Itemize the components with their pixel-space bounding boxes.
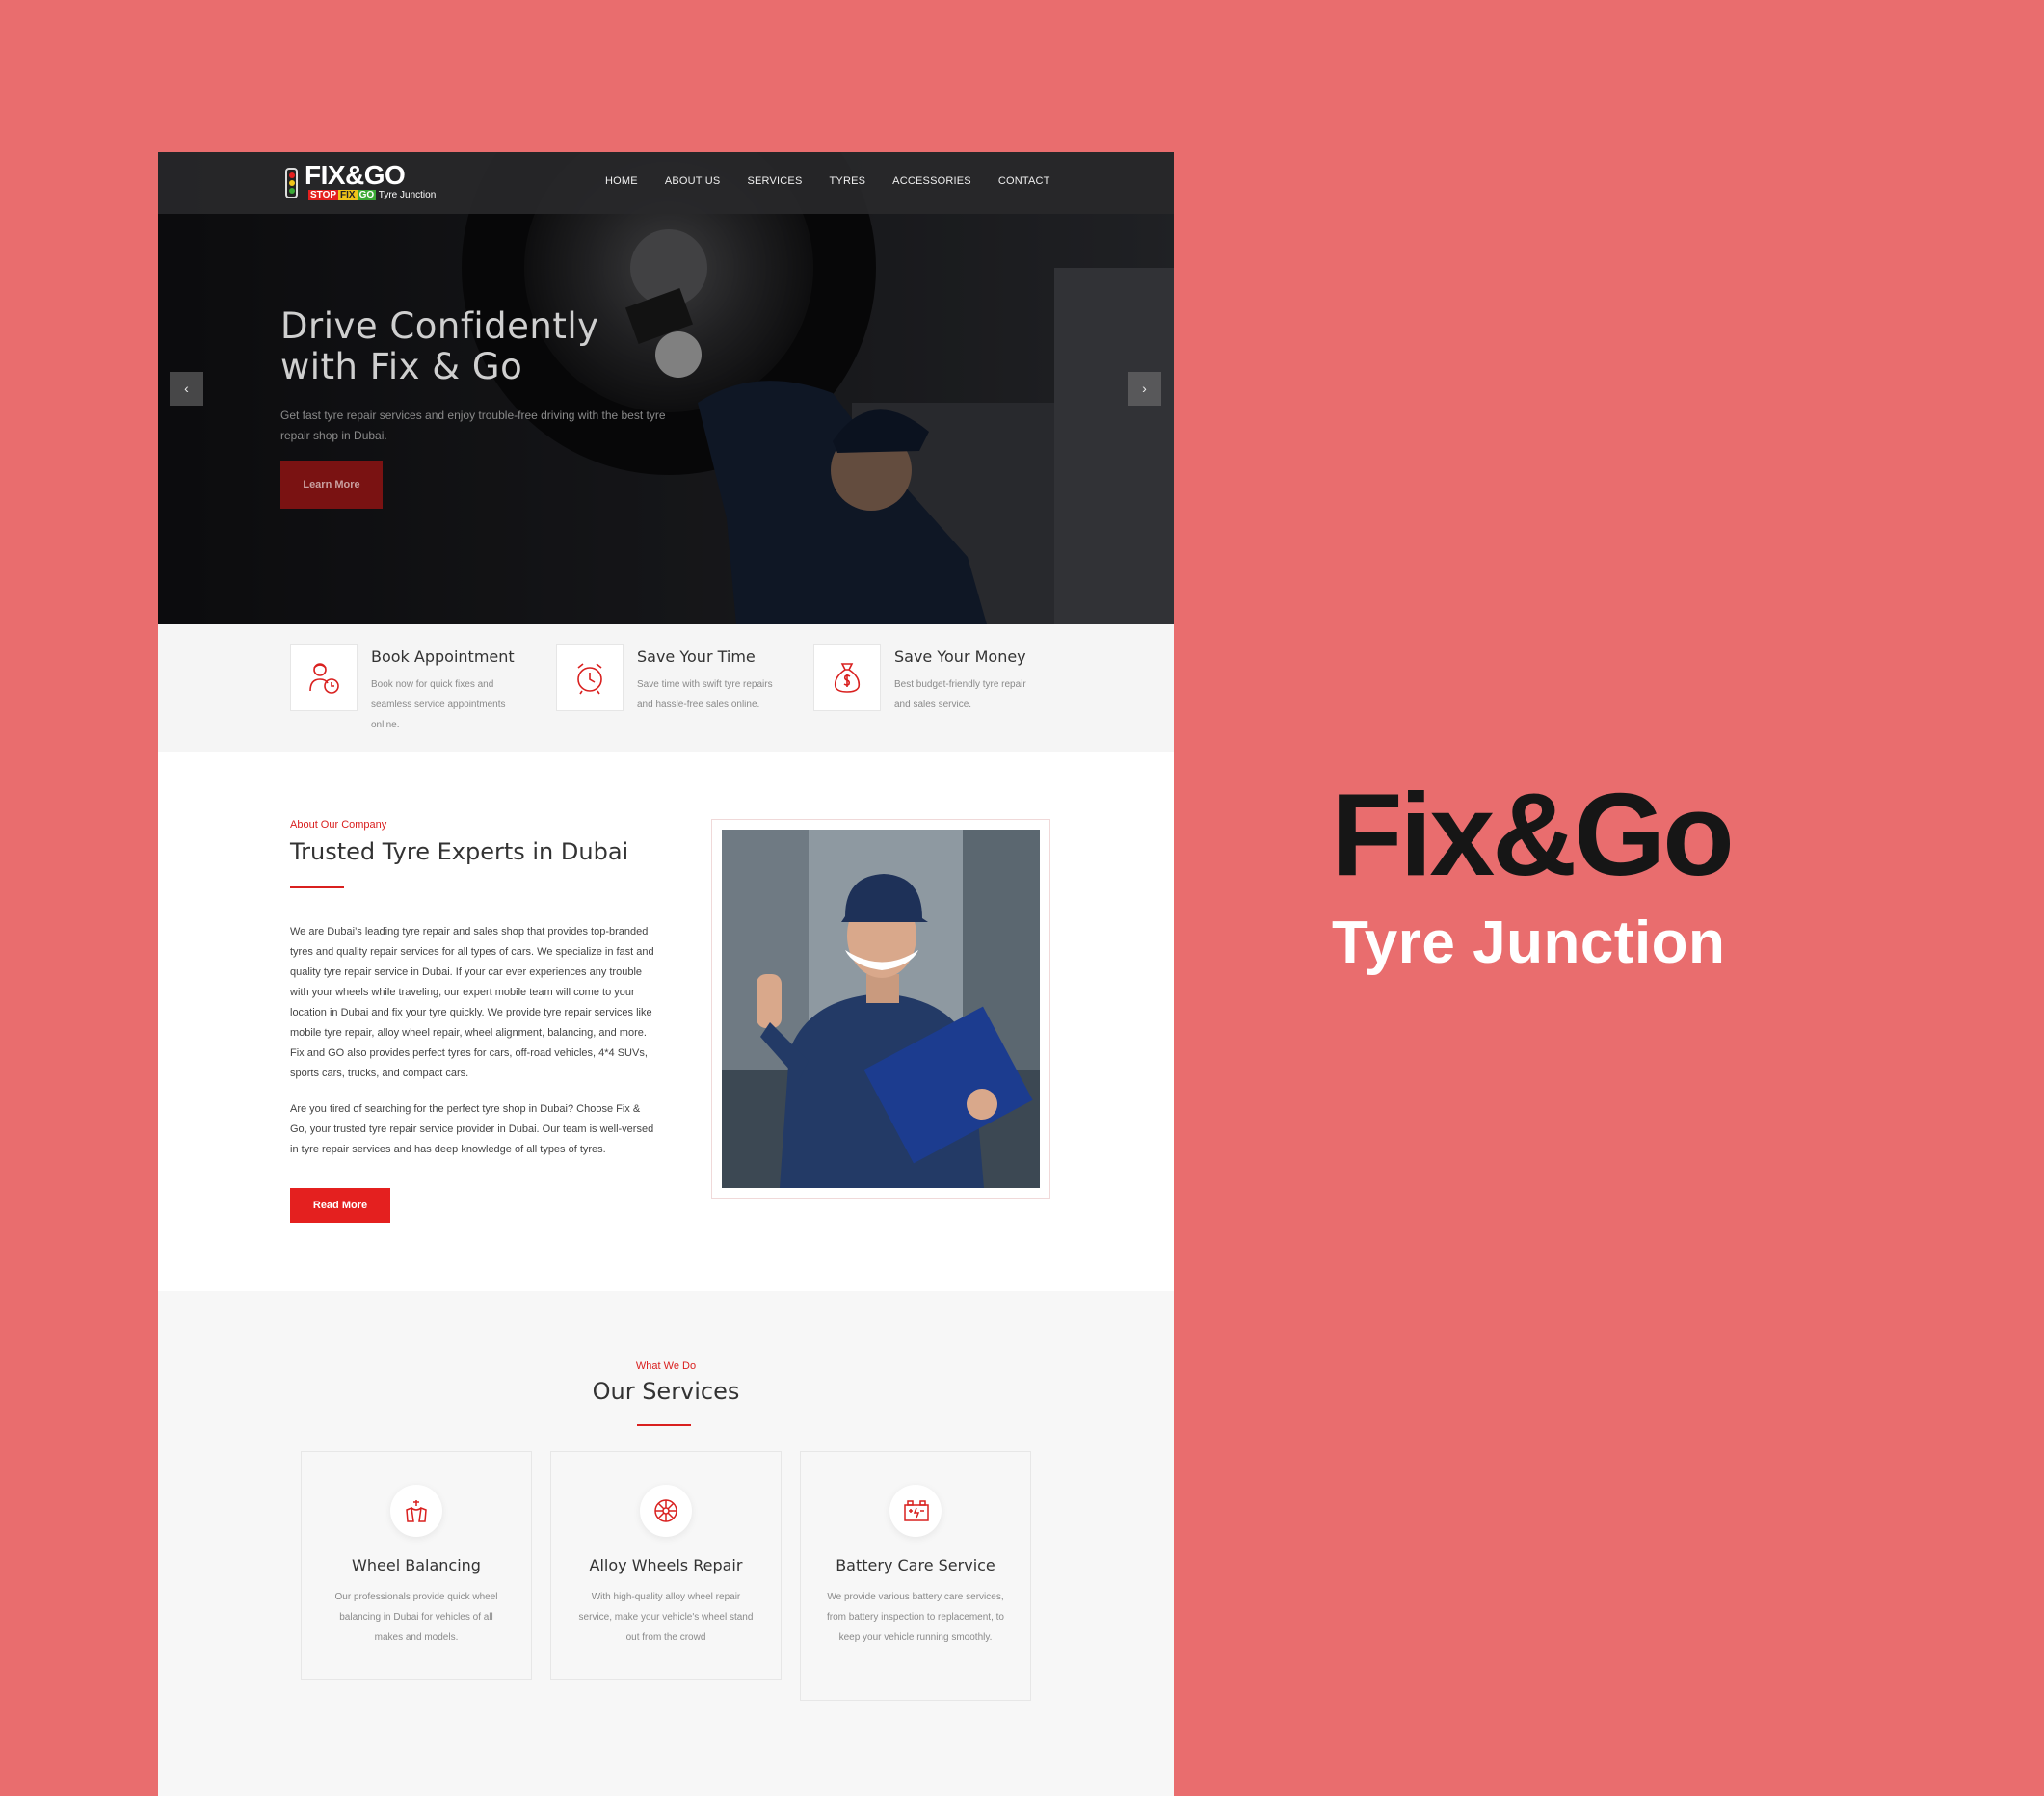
logo-tagline: STOP FIX GO Tyre Junction [308,190,437,200]
money-bag-icon [834,663,861,693]
slider-next-button[interactable]: › [1128,372,1161,406]
nav-home[interactable]: HOME [605,175,638,187]
website-mockup: Drive Confidently with Fix & Go Get fast … [158,152,1174,1796]
services-title: Our Services [592,1378,740,1405]
service-title: Wheel Balancing [352,1556,481,1574]
chevron-left-icon: ‹ [184,381,189,396]
wheel-balancing-icon [406,1500,427,1522]
services-kicker: What We Do [635,1360,697,1372]
feature-title: Save Your Money [894,647,1026,666]
nav-tyres[interactable]: TYRES [829,175,865,187]
about-title: Trusted Tyre Experts in Dubai [290,838,629,865]
service-icon-circle [390,1485,442,1537]
about-section: About Our Company Trusted Tyre Experts i… [158,752,1174,1291]
feature-icon-box [556,644,624,711]
feature-text: Book now for quick fixes and seamless se… [371,679,506,730]
service-text: Our professionals provide quick wheel ba… [334,1592,498,1643]
services-section: What We Do Our Services Wheel Balancing … [158,1291,1174,1796]
traffic-light-icon [285,168,298,198]
service-title: Battery Care Service [836,1556,995,1574]
battery-icon [904,1500,929,1521]
read-more-button[interactable]: Read More [290,1188,390,1223]
learn-more-button[interactable]: Learn More [280,461,383,509]
mechanic-illustration [722,830,1040,1188]
chevron-right-icon: › [1142,381,1147,396]
nav-accessories[interactable]: ACCESSORIES [892,175,971,187]
site-logo[interactable]: FIX&GO STOP FIX GO Tyre Junction [285,160,439,202]
nav-contact[interactable]: CONTACT [998,175,1050,187]
alarm-clock-icon [577,663,602,695]
project-subtitle: Tyre Junction [1332,910,1726,976]
service-icon-circle [889,1485,942,1537]
main-nav: HOME ABOUT US SERVICES TYRES ACCESSORIES… [605,175,1050,187]
service-title: Alloy Wheels Repair [589,1556,743,1574]
about-paragraph: Are you tired of searching for the perfe… [290,1103,654,1155]
service-text: We provide various battery care services… [827,1592,1004,1643]
feature-title: Book Appointment [371,647,515,666]
slider-prev-button[interactable]: ‹ [170,372,203,406]
nav-services[interactable]: SERVICES [747,175,802,187]
features-strip: Book Appointment Book now for quick fixe… [158,624,1174,752]
mechanic-photo [722,830,1040,1188]
feature-text: Save time with swift tyre repairs and ha… [637,679,773,710]
project-title: Fix&Go [1331,769,1735,900]
service-icon-circle [640,1485,692,1537]
service-card-wheel-balancing[interactable]: Wheel Balancing Our professionals provid… [301,1451,532,1680]
hero-title: Drive Confidently with Fix & Go [280,305,599,387]
alloy-wheel-icon [654,1499,677,1522]
logo-wordmark: FIX&GO [305,160,406,190]
title-underline [290,886,344,888]
hero-banner: Drive Confidently with Fix & Go Get fast … [158,152,1174,624]
about-photo-frame [711,819,1050,1199]
title-underline [637,1424,691,1426]
feature-text: Best budget-friendly tyre repair and sal… [894,679,1026,710]
service-card-battery-care[interactable]: Battery Care Service We provide various … [800,1451,1031,1701]
site-header: FIX&GO STOP FIX GO Tyre Junction HOME ABOU… [158,152,1174,214]
about-kicker: About Our Company [290,819,387,831]
feature-title: Save Your Time [637,647,756,666]
hero-subtitle: Get fast tyre repair services and enjoy … [280,409,666,442]
service-text: With high-quality alloy wheel repair ser… [578,1592,754,1643]
mechanic-clock-icon [309,663,339,694]
feature-icon-box [813,644,881,711]
service-card-alloy-wheels[interactable]: Alloy Wheels Repair With high-quality al… [550,1451,782,1680]
hero-overlay [158,152,1174,624]
feature-icon-box [290,644,358,711]
nav-about-us[interactable]: ABOUT US [665,175,721,187]
about-paragraph: We are Dubai’s leading tyre repair and s… [290,926,654,1079]
